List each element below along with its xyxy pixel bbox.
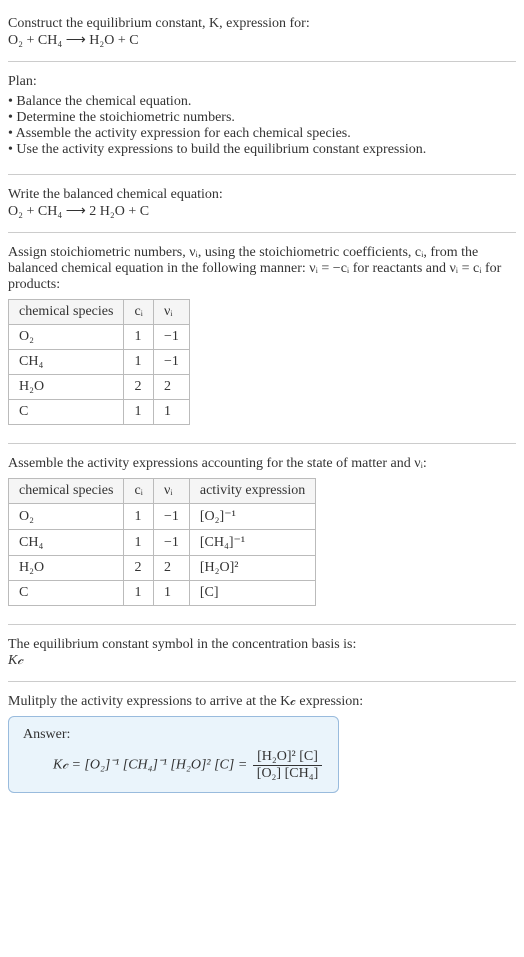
cell-species: H₂O [9, 556, 124, 581]
cell-species: C [9, 400, 124, 425]
cell-v: −1 [153, 325, 189, 350]
table-row: O₂ 1 −1 [9, 325, 190, 350]
cell-v: −1 [153, 530, 189, 556]
stoich-section: Assign stoichiometric numbers, νᵢ, using… [8, 237, 516, 439]
cell-v: 2 [153, 556, 189, 581]
answer-numerator: [H₂O]² [C] [253, 749, 322, 766]
col-header: νᵢ [153, 479, 189, 504]
cell-v: 1 [153, 581, 189, 606]
answer-fraction: [H₂O]² [C] [O₂] [CH₄] [253, 749, 322, 782]
cell-c: 1 [124, 504, 154, 530]
symbol-kc: K𝒸 [8, 653, 516, 669]
balanced-equation: O₂ + CH₄ ⟶ 2 H₂O + C [8, 203, 516, 220]
table-row: H₂O 2 2 [9, 375, 190, 400]
symbol-text: The equilibrium constant symbol in the c… [8, 637, 516, 653]
cell-species: O₂ [9, 325, 124, 350]
stoich-heading: Assign stoichiometric numbers, νᵢ, using… [8, 245, 516, 293]
cell-v: 1 [153, 400, 189, 425]
divider [8, 681, 516, 682]
multiply-heading: Mulitply the activity expressions to arr… [8, 694, 516, 710]
answer-label: Answer: [23, 727, 324, 743]
cell-act: [C] [189, 581, 315, 606]
cell-c: 2 [124, 375, 154, 400]
balanced-heading: Write the balanced chemical equation: [8, 187, 516, 203]
cell-c: 1 [124, 350, 154, 375]
answer-lhs: K𝒸 = [O₂]⁻¹ [CH₄]⁻¹ [H₂O]² [C] = [53, 758, 247, 773]
intro-equation: O₂ + CH₄ ⟶ H₂O + C [8, 32, 516, 49]
col-header: chemical species [9, 300, 124, 325]
answer-expression: K𝒸 = [O₂]⁻¹ [CH₄]⁻¹ [H₂O]² [C] = [H₂O]² … [23, 749, 324, 782]
plan-item: Use the activity expressions to build th… [8, 142, 516, 158]
activity-heading: Assemble the activity expressions accoun… [8, 456, 516, 472]
table-row: C 1 1 [C] [9, 581, 316, 606]
divider [8, 443, 516, 444]
cell-species: H₂O [9, 375, 124, 400]
activity-section: Assemble the activity expressions accoun… [8, 448, 516, 620]
intro-prompt-text: Construct the equilibrium constant, K, e… [8, 16, 310, 31]
cell-species: CH₄ [9, 350, 124, 375]
cell-c: 1 [124, 581, 154, 606]
cell-act: [CH₄]⁻¹ [189, 530, 315, 556]
cell-species: C [9, 581, 124, 606]
answer-box: Answer: K𝒸 = [O₂]⁻¹ [CH₄]⁻¹ [H₂O]² [C] =… [8, 716, 339, 793]
plan-item: Assemble the activity expression for eac… [8, 126, 516, 142]
cell-c: 1 [124, 325, 154, 350]
stoich-table: chemical species cᵢ νᵢ O₂ 1 −1 CH₄ 1 −1 … [8, 299, 190, 425]
plan-item: Balance the chemical equation. [8, 94, 516, 110]
plan-list: Balance the chemical equation. Determine… [8, 94, 516, 158]
cell-v: 2 [153, 375, 189, 400]
answer-denominator: [O₂] [CH₄] [253, 766, 322, 782]
cell-c: 1 [124, 530, 154, 556]
cell-species: O₂ [9, 504, 124, 530]
cell-c: 1 [124, 400, 154, 425]
col-header: activity expression [189, 479, 315, 504]
table-header-row: chemical species cᵢ νᵢ [9, 300, 190, 325]
plan-heading: Plan: [8, 74, 516, 90]
balanced-section: Write the balanced chemical equation: O₂… [8, 179, 516, 228]
table-row: O₂ 1 −1 [O₂]⁻¹ [9, 504, 316, 530]
col-header: chemical species [9, 479, 124, 504]
table-header-row: chemical species cᵢ νᵢ activity expressi… [9, 479, 316, 504]
cell-act: [O₂]⁻¹ [189, 504, 315, 530]
col-header: νᵢ [153, 300, 189, 325]
divider [8, 61, 516, 62]
cell-c: 2 [124, 556, 154, 581]
cell-act: [H₂O]² [189, 556, 315, 581]
multiply-section: Mulitply the activity expressions to arr… [8, 686, 516, 807]
symbol-section: The equilibrium constant symbol in the c… [8, 629, 516, 677]
col-header: cᵢ [124, 479, 154, 504]
table-row: CH₄ 1 −1 [CH₄]⁻¹ [9, 530, 316, 556]
cell-species: CH₄ [9, 530, 124, 556]
divider [8, 232, 516, 233]
cell-v: −1 [153, 504, 189, 530]
table-row: C 1 1 [9, 400, 190, 425]
table-row: H₂O 2 2 [H₂O]² [9, 556, 316, 581]
divider [8, 624, 516, 625]
plan-section: Plan: Balance the chemical equation. Det… [8, 66, 516, 170]
col-header: cᵢ [124, 300, 154, 325]
cell-v: −1 [153, 350, 189, 375]
intro-prompt: Construct the equilibrium constant, K, e… [8, 16, 516, 32]
activity-table: chemical species cᵢ νᵢ activity expressi… [8, 478, 316, 606]
intro-section: Construct the equilibrium constant, K, e… [8, 8, 516, 57]
plan-item: Determine the stoichiometric numbers. [8, 110, 516, 126]
table-row: CH₄ 1 −1 [9, 350, 190, 375]
divider [8, 174, 516, 175]
